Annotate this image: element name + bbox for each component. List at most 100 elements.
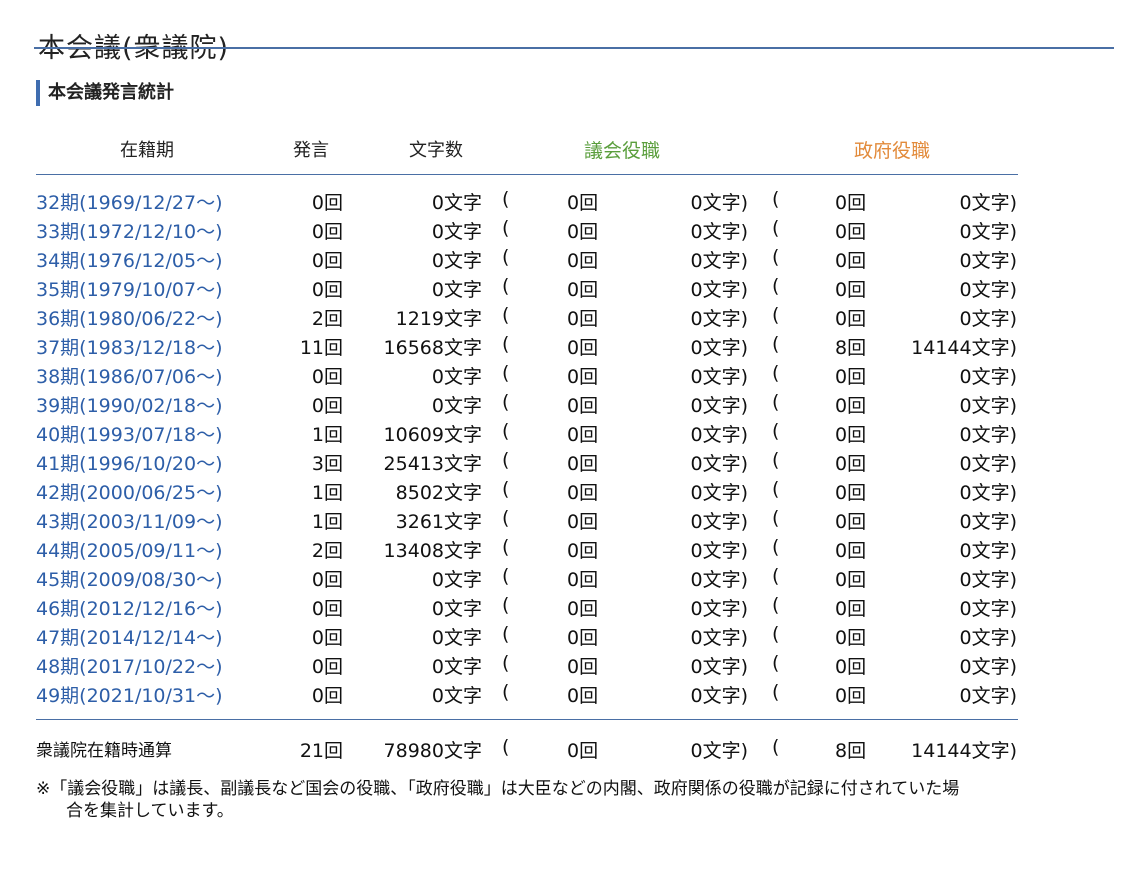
gov-role-count: 0回 <box>835 540 867 562</box>
term-link[interactable]: 40期(1993/07/18〜) <box>36 420 223 447</box>
diet-role-chars: 0文字) <box>690 569 748 591</box>
diet-role-count: 0回 <box>567 221 599 243</box>
gov-role-count: 0回 <box>835 656 867 678</box>
open-paren: ( <box>772 681 780 703</box>
open-paren: ( <box>772 246 780 268</box>
diet-role-count: 0回 <box>567 424 599 446</box>
gov-role-chars: 0文字) <box>959 627 1017 649</box>
gov-role-count: 0回 <box>835 569 867 591</box>
term-link[interactable]: 33期(1972/12/10〜) <box>36 217 223 244</box>
header-gov-role: 政府役職 <box>853 140 931 162</box>
gov-role-count: 0回 <box>835 685 867 707</box>
term-link[interactable]: 44期(2005/09/11〜) <box>36 536 223 563</box>
term-link[interactable]: 37期(1983/12/18〜) <box>36 333 223 360</box>
open-paren: ( <box>502 536 510 558</box>
term-link[interactable]: 41期(1996/10/20〜) <box>36 449 223 476</box>
open-paren: ( <box>502 594 510 616</box>
gov-role-count: 0回 <box>835 598 867 620</box>
char-count: 0文字 <box>431 685 482 707</box>
gov-role-count: 0回 <box>835 192 867 214</box>
char-count: 1219文字 <box>395 308 482 330</box>
char-count: 0文字 <box>431 569 482 591</box>
gov-role-chars: 0文字) <box>959 511 1017 533</box>
diet-role-chars: 0文字) <box>690 540 748 562</box>
gov-role-chars: 0文字) <box>959 424 1017 446</box>
char-count: 0文字 <box>431 395 482 417</box>
open-paren: ( <box>772 333 780 355</box>
open-paren: ( <box>772 217 780 239</box>
gov-role-chars: 0文字) <box>959 250 1017 272</box>
char-count: 0文字 <box>431 656 482 678</box>
diet-role-chars: 0文字) <box>690 192 748 214</box>
term-link[interactable]: 35期(1979/10/07〜) <box>36 275 223 302</box>
char-count: 0文字 <box>431 279 482 301</box>
diet-role-count: 0回 <box>567 540 599 562</box>
open-paren: ( <box>502 565 510 587</box>
open-paren: ( <box>772 304 780 326</box>
open-paren: ( <box>502 333 510 355</box>
open-paren: ( <box>502 623 510 645</box>
open-paren: ( <box>502 681 510 703</box>
gov-role-count: 0回 <box>835 424 867 446</box>
open-paren: ( <box>502 420 510 442</box>
diet-role-count: 0回 <box>567 656 599 678</box>
total-diet-chars: 0文字) <box>690 740 748 762</box>
speech-count: 0回 <box>311 279 343 301</box>
term-link[interactable]: 46期(2012/12/16〜) <box>36 594 223 621</box>
term-link[interactable]: 42期(2000/06/25〜) <box>36 478 223 505</box>
term-link[interactable]: 48期(2017/10/22〜) <box>36 652 223 679</box>
term-link[interactable]: 36期(1980/06/22〜) <box>36 304 223 331</box>
diet-role-chars: 0文字) <box>690 424 748 446</box>
speech-count: 0回 <box>311 569 343 591</box>
gov-role-count: 0回 <box>835 279 867 301</box>
term-link[interactable]: 43期(2003/11/09〜) <box>36 507 223 534</box>
speech-count: 1回 <box>311 482 343 504</box>
diet-role-count: 0回 <box>567 308 599 330</box>
total-speeches: 21回 <box>299 740 343 762</box>
gov-role-chars: 0文字) <box>959 482 1017 504</box>
term-link[interactable]: 49期(2021/10/31〜) <box>36 681 223 708</box>
char-count: 16568文字 <box>383 337 482 359</box>
diet-role-chars: 0文字) <box>690 511 748 533</box>
diet-role-count: 0回 <box>567 279 599 301</box>
speech-count: 0回 <box>311 221 343 243</box>
term-link[interactable]: 39期(1990/02/18〜) <box>36 391 223 418</box>
diet-role-count: 0回 <box>567 685 599 707</box>
term-link[interactable]: 47期(2014/12/14〜) <box>36 623 223 650</box>
open-paren: ( <box>502 275 510 297</box>
gov-role-chars: 0文字) <box>959 366 1017 388</box>
term-link[interactable]: 34期(1976/12/05〜) <box>36 246 223 273</box>
term-link[interactable]: 38期(1986/07/06〜) <box>36 362 223 389</box>
footnote: ※「議会役職」は議長、副議長など国会の役職、「政府役職」は大臣などの内閣、政府関… <box>36 778 1096 822</box>
speech-count: 0回 <box>311 685 343 707</box>
speech-count: 0回 <box>311 656 343 678</box>
char-count: 0文字 <box>431 366 482 388</box>
open-paren: ( <box>502 507 510 529</box>
header-divider <box>36 174 1018 175</box>
open-paren: ( <box>772 736 780 758</box>
term-link[interactable]: 32期(1969/12/27〜) <box>36 188 223 215</box>
gov-role-count: 0回 <box>835 250 867 272</box>
char-count: 10609文字 <box>383 424 482 446</box>
open-paren: ( <box>772 594 780 616</box>
gov-role-count: 0回 <box>835 366 867 388</box>
section-heading: 本会議発言統計 <box>36 80 174 106</box>
total-diet-count: 0回 <box>567 740 599 762</box>
open-paren: ( <box>502 188 510 210</box>
total-divider <box>36 719 1018 720</box>
diet-role-chars: 0文字) <box>690 627 748 649</box>
gov-role-chars: 0文字) <box>959 395 1017 417</box>
gov-role-chars: 0文字) <box>959 569 1017 591</box>
speech-count: 11回 <box>299 337 343 359</box>
gov-role-chars: 0文字) <box>959 685 1017 707</box>
header-speeches: 発言 <box>293 140 329 161</box>
speech-count: 0回 <box>311 627 343 649</box>
gov-role-count: 0回 <box>835 627 867 649</box>
diet-role-chars: 0文字) <box>690 308 748 330</box>
diet-role-count: 0回 <box>567 250 599 272</box>
page-title: 本会議(衆議院) <box>38 33 230 65</box>
total-gov-chars: 14144文字) <box>911 740 1017 762</box>
gov-role-count: 0回 <box>835 482 867 504</box>
term-link[interactable]: 45期(2009/08/30〜) <box>36 565 223 592</box>
gov-role-chars: 0文字) <box>959 453 1017 475</box>
